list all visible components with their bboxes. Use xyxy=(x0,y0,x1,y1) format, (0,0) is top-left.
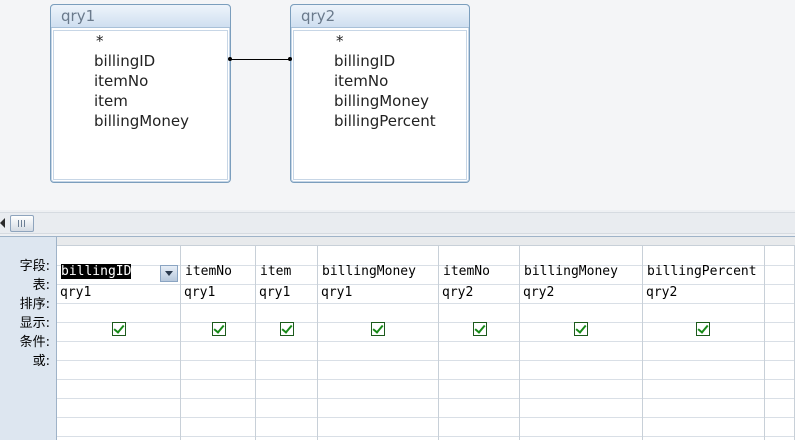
show-checkbox[interactable] xyxy=(112,322,126,336)
table-cell[interactable]: qry1 xyxy=(259,285,290,300)
field-item[interactable]: billingMoney xyxy=(54,111,227,131)
grid-column[interactable]: billingMoney qry2 xyxy=(520,246,643,440)
field-item[interactable]: item xyxy=(54,91,227,111)
row-label-field: 字段: xyxy=(19,259,50,274)
table-cell[interactable]: qry2 xyxy=(646,285,677,300)
grid-column[interactable]: item qry1 xyxy=(256,246,318,440)
field-cell[interactable]: billingPercent xyxy=(647,264,757,279)
row-label-table: 表: xyxy=(32,278,50,293)
table-cell[interactable]: qry2 xyxy=(442,285,473,300)
join-line[interactable] xyxy=(230,59,291,60)
grid-column-empty[interactable] xyxy=(765,246,795,440)
row-headers: 字段: 表: 排序: 显示: 条件: 或: xyxy=(0,237,57,440)
field-item[interactable]: itemNo xyxy=(54,71,227,91)
field-cell[interactable]: billingMoney xyxy=(524,264,618,279)
table-cell[interactable]: qry1 xyxy=(321,285,352,300)
table-box-qry1[interactable]: qry1 * billingID itemNo item billingMone… xyxy=(50,4,231,183)
field-cell[interactable]: itemNo xyxy=(443,264,490,279)
show-checkbox[interactable] xyxy=(696,322,710,336)
grid-column[interactable]: billingPercent qry2 xyxy=(643,246,765,440)
horizontal-scrollbar[interactable] xyxy=(0,212,795,234)
table-cell[interactable]: qry1 xyxy=(60,285,91,300)
table-title[interactable]: qry2 xyxy=(291,5,469,28)
table-title[interactable]: qry1 xyxy=(51,5,230,28)
triangle-left-icon[interactable] xyxy=(0,217,6,229)
grid-column[interactable]: billingMoney qry1 xyxy=(318,246,439,440)
scroll-thumb[interactable] xyxy=(10,215,34,232)
table-cell[interactable]: qry1 xyxy=(184,285,215,300)
row-label-criteria: 条件: xyxy=(19,335,50,350)
grid-column[interactable]: billingID qry1 xyxy=(57,246,181,440)
field-cell[interactable]: billingMoney xyxy=(322,264,416,279)
show-checkbox[interactable] xyxy=(574,322,588,336)
show-checkbox[interactable] xyxy=(212,322,226,336)
grid-column[interactable]: itemNo qry2 xyxy=(439,246,520,440)
query-design-grid: 字段: 表: 排序: 显示: 条件: 或: billingID qry1 ite… xyxy=(0,236,795,440)
table-box-qry2[interactable]: qry2 * billingID itemNo billingMoney bil… xyxy=(290,4,470,183)
show-checkbox[interactable] xyxy=(473,322,487,336)
join-endpoint xyxy=(228,57,232,61)
field-item[interactable]: itemNo xyxy=(294,71,466,91)
field-item[interactable]: billingMoney xyxy=(294,91,466,111)
field-cell[interactable]: item xyxy=(260,264,291,279)
column-selector-bar[interactable] xyxy=(57,237,795,246)
field-item[interactable]: * xyxy=(294,31,466,51)
field-list: * billingID itemNo billingMoney billingP… xyxy=(293,30,467,180)
row-label-or: 或: xyxy=(32,354,50,369)
field-item[interactable]: billingPercent xyxy=(294,111,466,131)
grid-column[interactable]: itemNo qry1 xyxy=(181,246,256,440)
field-cell[interactable]: billingID xyxy=(61,264,132,279)
field-item[interactable]: billingID xyxy=(294,51,466,71)
table-cell[interactable]: qry2 xyxy=(523,285,554,300)
join-endpoint xyxy=(288,57,292,61)
row-label-sort: 排序: xyxy=(19,297,50,312)
field-item[interactable]: billingID xyxy=(54,51,227,71)
show-checkbox[interactable] xyxy=(280,322,294,336)
show-checkbox[interactable] xyxy=(371,322,385,336)
field-cell[interactable]: itemNo xyxy=(185,264,232,279)
query-design-diagram: qry1 * billingID itemNo item billingMone… xyxy=(0,0,795,210)
field-list: * billingID itemNo item billingMoney xyxy=(53,30,228,180)
field-item[interactable]: * xyxy=(54,31,227,51)
row-label-show: 显示: xyxy=(19,316,50,331)
chevron-down-icon[interactable] xyxy=(160,265,178,282)
